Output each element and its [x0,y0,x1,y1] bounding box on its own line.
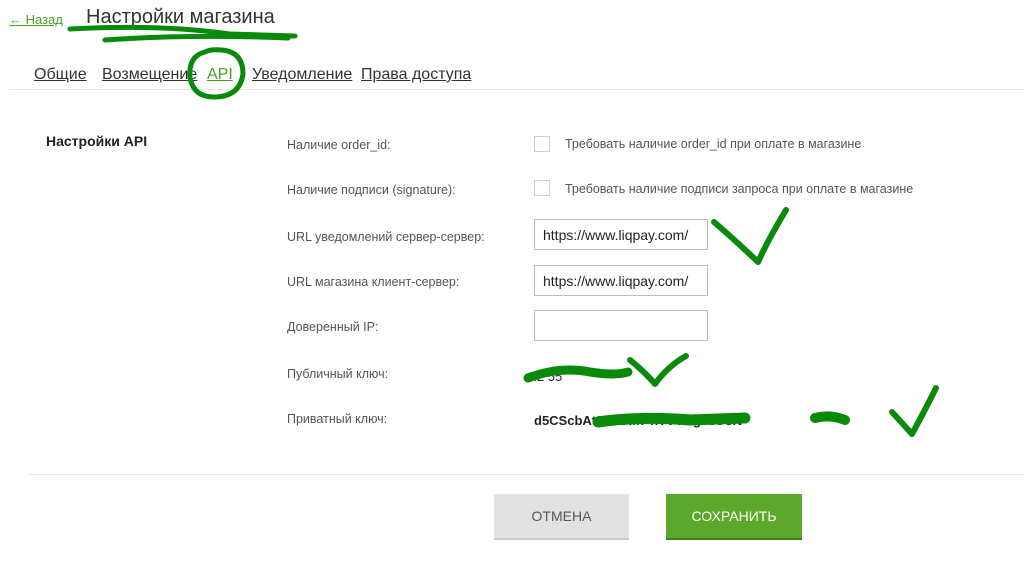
save-button[interactable]: СОХРАНИТЬ [666,494,802,540]
public-key-check-mark [627,353,689,387]
public-key-value: i2 55 [534,369,563,384]
footer-divider [27,474,1024,475]
tab-refund[interactable]: Возмещение [102,66,197,84]
server-url-input[interactable] [534,219,708,250]
result-url-label: URL магазина клиент-сервер: [287,275,460,289]
private-key-value: d5CScbAt8In OM7 nTVYNgI eUoN [534,413,743,428]
page-title: Настройки магазина [86,6,275,28]
tab-api[interactable]: API [207,66,233,84]
cancel-button[interactable]: ОТМЕНА [494,494,629,540]
back-link[interactable]: ← Назад [9,12,63,27]
order-id-label: Наличие order_id: [287,138,391,152]
tab-general[interactable]: Общие [34,66,87,84]
trusted-ip-label: Доверенный IP: [287,320,379,334]
section-title: Настройки API [46,133,148,149]
signature-checkbox[interactable] [534,180,550,196]
server-url-check-mark [711,207,789,265]
signature-checkbox-label[interactable]: Требовать наличие подписи запроса при оп… [565,182,913,196]
result-url-input[interactable] [534,265,708,296]
annotation-overlay [67,24,939,437]
private-key-scribble-2 [810,411,850,425]
private-key-label: Приватный ключ: [287,412,388,426]
order-id-checkbox-label[interactable]: Требовать наличие order_id при оплате в … [565,137,861,151]
server-url-label: URL уведомлений сервер-сервер: [287,230,485,244]
tab-access-rights[interactable]: Права доступа [361,66,471,84]
tabs-divider [9,89,1024,90]
trusted-ip-input[interactable] [534,310,708,341]
title-underline-mark [67,24,298,43]
public-key-label: Публичный ключ: [287,367,389,381]
order-id-checkbox[interactable] [534,136,550,152]
signature-label: Наличие подписи (signature): [287,183,456,197]
private-key-check-mark [889,385,939,437]
tab-notification[interactable]: Уведомление [252,66,352,84]
